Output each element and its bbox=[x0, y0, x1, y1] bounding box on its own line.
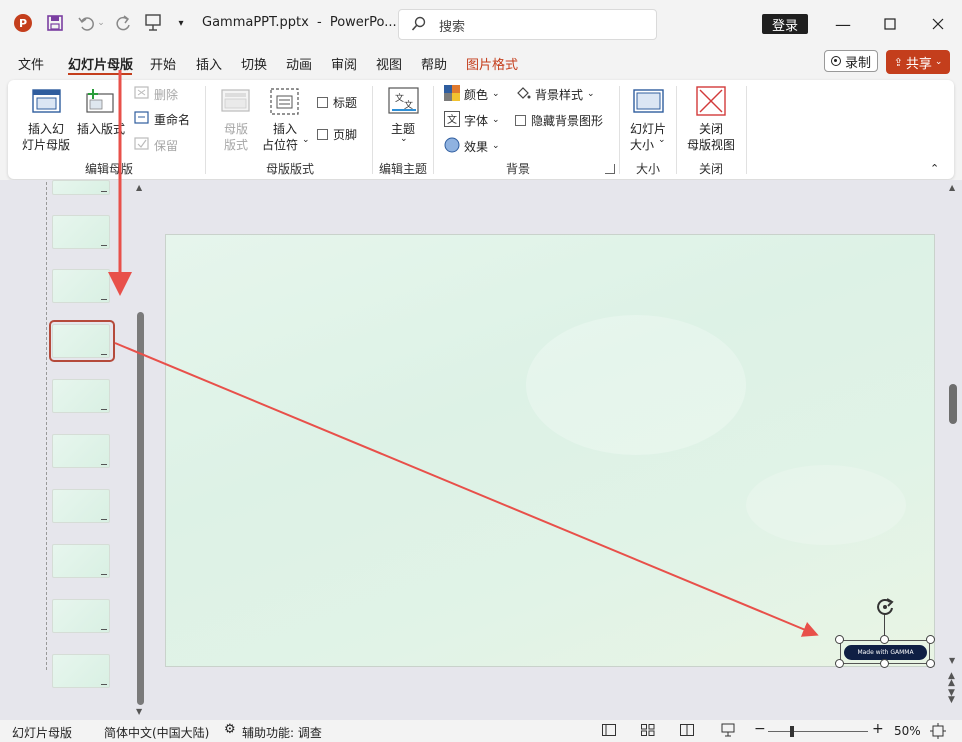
normal-view-icon[interactable] bbox=[602, 724, 616, 739]
reading-view-icon[interactable] bbox=[680, 724, 694, 739]
status-language[interactable]: 简体中文(中国大陆) bbox=[104, 724, 209, 741]
annotation-arrows bbox=[108, 70, 819, 637]
zoom-out-icon[interactable]: − bbox=[754, 721, 766, 737]
status-view-name: 幻灯片母版 bbox=[12, 726, 73, 740]
status-bar: 幻灯片母版 简体中文(中国大陆) ⚙ 辅助功能: 调查 − + 50% bbox=[0, 720, 962, 742]
zoom-in-icon[interactable]: + bbox=[872, 721, 884, 737]
accessibility-icon: ⚙ bbox=[224, 722, 236, 737]
annotation-arrow-diagonal bbox=[114, 342, 819, 637]
slide-sorter-icon[interactable] bbox=[641, 724, 655, 739]
zoom-slider-track[interactable] bbox=[768, 731, 868, 732]
zoom-level[interactable]: 50% bbox=[894, 724, 921, 738]
fit-to-window-icon[interactable] bbox=[930, 723, 946, 742]
zoom-slider-thumb[interactable] bbox=[790, 726, 794, 737]
status-accessibility[interactable]: 辅助功能: 调查 bbox=[242, 724, 322, 741]
slideshow-icon[interactable] bbox=[721, 723, 735, 740]
